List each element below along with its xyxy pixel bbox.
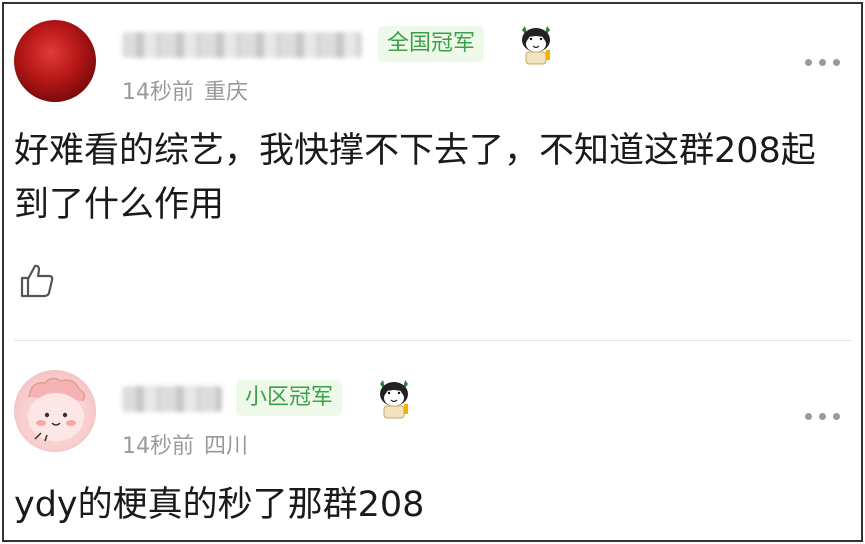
comment-time: 14秒前 bbox=[122, 434, 194, 459]
username-blurred[interactable] bbox=[122, 386, 222, 412]
more-options-icon[interactable] bbox=[803, 410, 843, 422]
comment-item: 小区冠军 14秒前 四川 ydy的梗真的秒了那群208 bbox=[4, 344, 861, 540]
comment-location: 重庆 bbox=[204, 80, 249, 105]
comment-meta: 14秒前 四川 bbox=[122, 428, 258, 460]
cat-mascot-icon bbox=[380, 380, 408, 419]
comment-list: 全国冠军 14秒前 重庆 好难看的综艺，我快撑不下去了，不知道这群208起到了什么… bbox=[2, 2, 863, 542]
comment-divider bbox=[14, 340, 851, 341]
comment-item: 全国冠军 14秒前 重庆 好难看的综艺，我快撑不下去了，不知道这群208起到了什么… bbox=[4, 4, 861, 339]
comment-location: 四川 bbox=[204, 434, 249, 459]
user-avatar[interactable] bbox=[14, 20, 96, 102]
cat-mascot-icon bbox=[522, 26, 550, 65]
user-avatar[interactable] bbox=[14, 370, 96, 452]
rank-badge: 小区冠军 bbox=[236, 380, 343, 416]
comment-meta: 14秒前 重庆 bbox=[122, 74, 258, 106]
more-options-icon[interactable] bbox=[803, 56, 843, 68]
rank-badge: 全国冠军 bbox=[378, 26, 485, 62]
pink-bunny-avatar bbox=[28, 377, 86, 442]
thumbs-up-icon[interactable] bbox=[18, 262, 56, 300]
comment-text: 好难看的综艺，我快撑不下去了，不知道这群208起到了什么作用 bbox=[14, 131, 816, 225]
username-blurred[interactable] bbox=[122, 32, 362, 58]
comment-time: 14秒前 bbox=[122, 80, 194, 105]
comment-text: ydy的梗真的秒了那群208 bbox=[14, 485, 425, 525]
